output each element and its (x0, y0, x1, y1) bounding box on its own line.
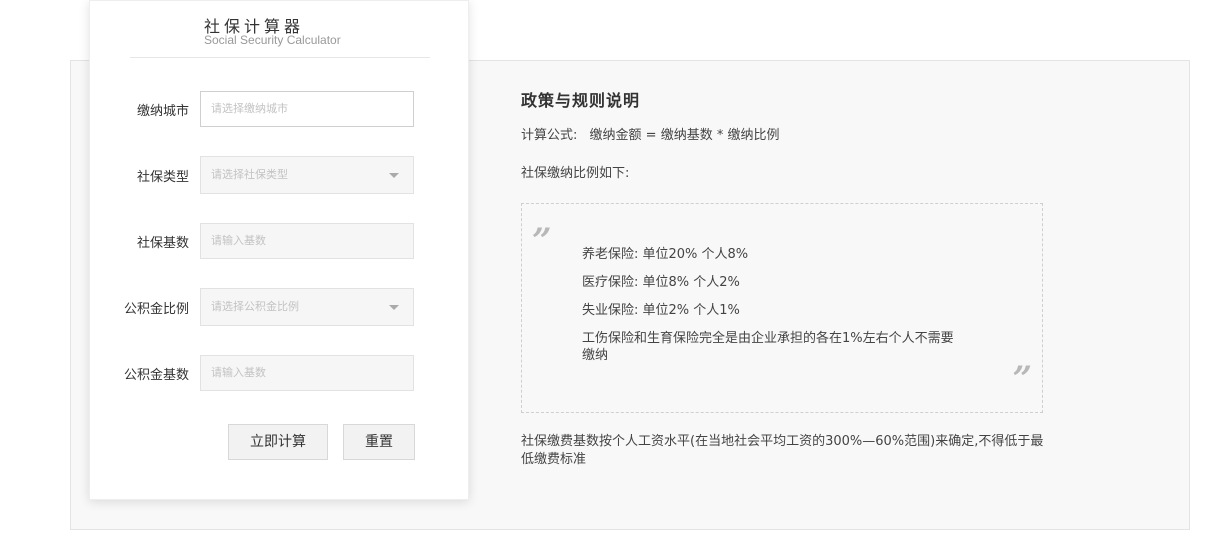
rates-quote-box: ” 养老保险: 单位20% 个人8% 医疗保险: 单位8% 个人2% 失业保险:… (521, 203, 1043, 413)
form-row-base: 社保基数 请输入基数 (90, 223, 470, 259)
rates-intro: 社保缴纳比例如下: (521, 166, 630, 181)
close-quote-icon: ” (1012, 359, 1032, 399)
city-select[interactable]: 请选择缴纳城市 (200, 91, 414, 127)
fund-ratio-placeholder: 请选择公积金比例 (211, 300, 299, 313)
formula-label: 计算公式: (521, 128, 578, 143)
calculator-subtitle: Social Security Calculator (204, 33, 341, 47)
insurance-type-select[interactable]: 请选择社保类型 (200, 156, 414, 194)
calculate-button[interactable]: 立即计算 (228, 424, 328, 460)
page: 政策与规则说明 计算公式: 缴纳金额 = 缴纳基数 * 缴纳比例 社保缴纳比例如… (0, 0, 1219, 557)
insurance-type-placeholder: 请选择社保类型 (211, 168, 288, 181)
policy-title: 政策与规则说明 (521, 91, 641, 110)
chevron-down-icon (389, 173, 399, 178)
form-row-city: 缴纳城市 请选择缴纳城市 (90, 91, 470, 127)
formula-text: 缴纳金额 = 缴纳基数 * 缴纳比例 (589, 128, 780, 143)
insurance-type-label: 社保类型 (136, 170, 189, 185)
open-quote-icon: ” (532, 221, 552, 261)
rate-unemployment: 失业保险: 单位2% 个人1% (582, 303, 740, 318)
fund-base-label: 公积金基数 (123, 368, 189, 383)
calculator-header: 社保计算器 Social Security Calculator (130, 1, 430, 58)
base-label: 社保基数 (136, 236, 189, 251)
chevron-down-icon (389, 305, 399, 310)
reset-button[interactable]: 重置 (343, 424, 415, 460)
rates-list: 养老保险: 单位20% 个人8% 医疗保险: 单位8% 个人2% 失业保险: 单… (582, 246, 962, 364)
calculator-card: 社保计算器 Social Security Calculator 缴纳城市 请选… (89, 0, 469, 500)
policy-content: 政策与规则说明 计算公式: 缴纳金额 = 缴纳基数 * 缴纳比例 社保缴纳比例如… (521, 87, 1051, 469)
fund-ratio-label: 公积金比例 (123, 302, 189, 317)
form-row-fund-ratio: 公积金比例 请选择公积金比例 (90, 288, 470, 326)
formula-line: 计算公式: 缴纳金额 = 缴纳基数 * 缴纳比例 (521, 127, 1051, 145)
rate-note: 工伤保险和生育保险完全是由企业承担的各在1%左右个人不需要缴纳 (582, 331, 954, 363)
city-placeholder: 请选择缴纳城市 (211, 102, 288, 115)
form-row-insurance-type: 社保类型 请选择社保类型 (90, 156, 470, 194)
city-label: 缴纳城市 (136, 104, 189, 119)
fund-base-input[interactable]: 请输入基数 (200, 355, 414, 391)
base-input[interactable]: 请输入基数 (200, 223, 414, 259)
base-placeholder: 请输入基数 (211, 234, 266, 247)
policy-footer: 社保缴费基数按个人工资水平(在当地社会平均工资的300%—60%范围)来确定,不… (521, 434, 1044, 467)
rate-medical: 医疗保险: 单位8% 个人2% (582, 275, 740, 290)
form-row-fund-base: 公积金基数 请输入基数 (90, 355, 470, 391)
fund-ratio-select[interactable]: 请选择公积金比例 (200, 288, 414, 326)
rate-pension: 养老保险: 单位20% 个人8% (582, 247, 749, 262)
fund-base-placeholder: 请输入基数 (211, 366, 266, 379)
